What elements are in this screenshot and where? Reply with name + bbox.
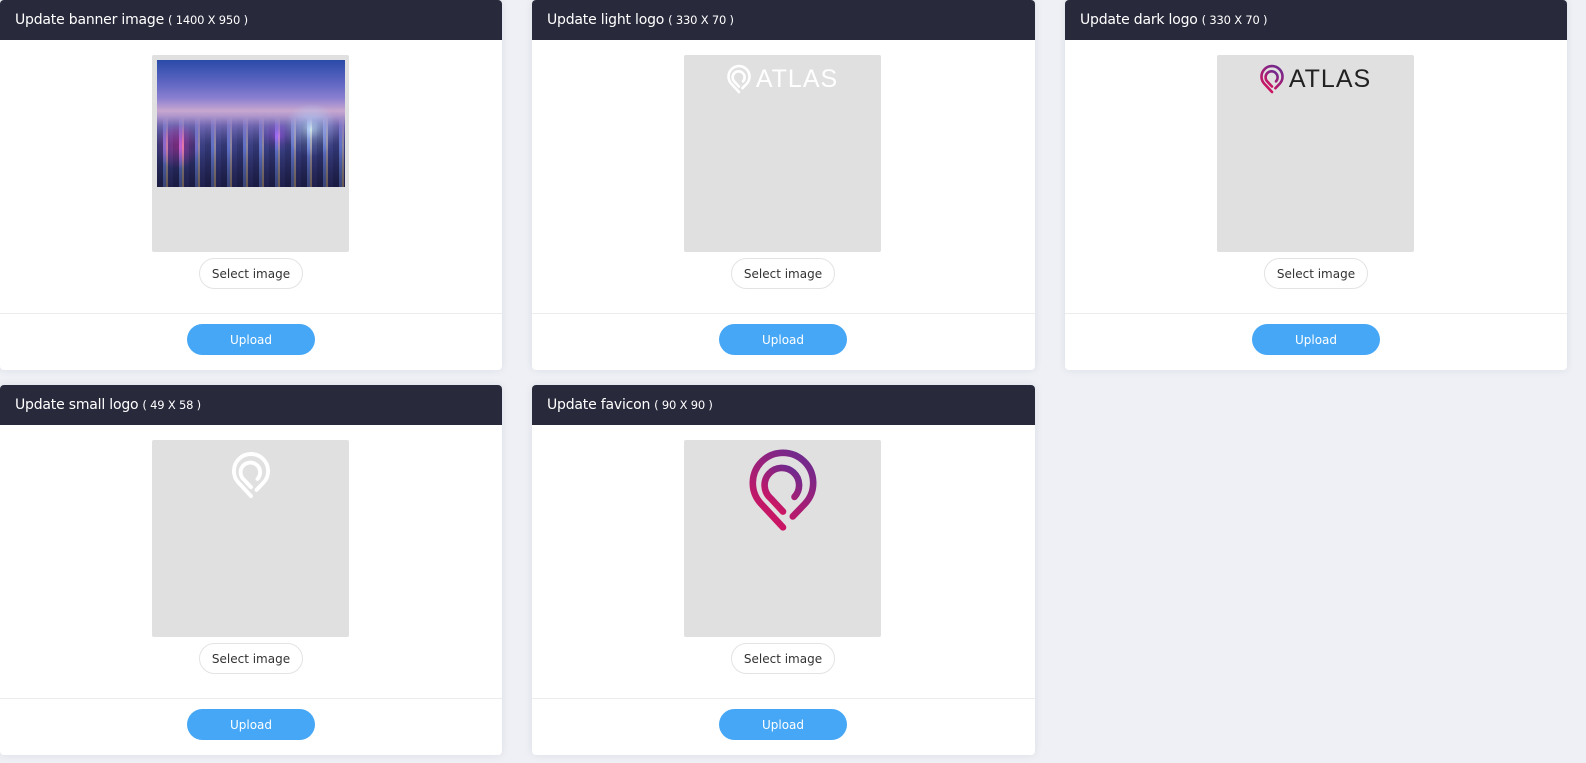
select-image-button[interactable]: Select image: [731, 258, 835, 289]
card-title: Update dark logo: [1080, 12, 1198, 28]
select-image-button[interactable]: Select image: [1264, 258, 1368, 289]
upload-button[interactable]: Upload: [187, 324, 315, 355]
upload-button[interactable]: Upload: [719, 324, 847, 355]
image-preview: [152, 55, 349, 252]
favicon-card: Update favicon ( 90 X 90 ) Select image …: [532, 385, 1035, 755]
card-body: Select image: [0, 425, 502, 699]
select-image-button[interactable]: Select image: [731, 643, 835, 674]
dark-logo-card: Update dark logo ( 330 X 70 ) ATLAS Sele…: [1065, 0, 1567, 370]
image-preview: [684, 440, 881, 637]
card-title: Update light logo: [547, 12, 665, 28]
dark-logo-image: ATLAS: [1217, 63, 1414, 95]
image-preview: ATLAS: [1217, 55, 1414, 252]
card-dimensions: ( 1400 X 950 ): [168, 13, 248, 27]
card-footer: Upload: [0, 699, 502, 755]
light-logo-image: ATLAS: [684, 63, 881, 95]
image-preview: ATLAS: [684, 55, 881, 252]
card-body: ATLAS Select image: [1065, 40, 1567, 314]
upload-button[interactable]: Upload: [719, 709, 847, 740]
card-body: Select image: [532, 425, 1035, 699]
image-preview: [152, 440, 349, 637]
logo-text: ATLAS: [1288, 64, 1372, 93]
card-body: ATLAS Select image: [532, 40, 1035, 314]
card-footer: Upload: [1065, 314, 1567, 370]
card-header: Update banner image ( 1400 X 950 ): [0, 0, 502, 40]
logo-text: ATLAS: [755, 64, 839, 93]
location-pin-logo-icon: [727, 64, 751, 94]
banner-photo-image: [157, 60, 345, 187]
favicon-pin-icon: [749, 449, 817, 531]
card-body: Select image: [0, 40, 502, 314]
light-logo-card: Update light logo ( 330 X 70 ) ATLAS Sel…: [532, 0, 1035, 370]
card-footer: Upload: [532, 699, 1035, 755]
card-title: Update small logo: [15, 397, 139, 413]
banner-image-card: Update banner image ( 1400 X 950 ) Selec…: [0, 0, 502, 370]
card-footer: Upload: [532, 314, 1035, 370]
card-footer: Upload: [0, 314, 502, 370]
upload-button[interactable]: Upload: [1252, 324, 1380, 355]
location-pin-logo-icon: [1260, 64, 1284, 94]
upload-button[interactable]: Upload: [187, 709, 315, 740]
card-dimensions: ( 90 X 90 ): [654, 398, 713, 412]
card-header: Update light logo ( 330 X 70 ): [532, 0, 1035, 40]
card-dimensions: ( 49 X 58 ): [142, 398, 201, 412]
card-header: Update dark logo ( 330 X 70 ): [1065, 0, 1567, 40]
card-dimensions: ( 330 X 70 ): [1201, 13, 1268, 27]
select-image-button[interactable]: Select image: [199, 643, 303, 674]
card-title: Update banner image: [15, 12, 164, 28]
small-logo-card: Update small logo ( 49 X 58 ) Select ima…: [0, 385, 502, 755]
card-header: Update small logo ( 49 X 58 ): [0, 385, 502, 425]
small-logo-pin-icon: [232, 452, 270, 499]
select-image-button[interactable]: Select image: [199, 258, 303, 289]
card-dimensions: ( 330 X 70 ): [668, 13, 734, 27]
card-header: Update favicon ( 90 X 90 ): [532, 385, 1035, 425]
card-title: Update favicon: [547, 397, 651, 413]
